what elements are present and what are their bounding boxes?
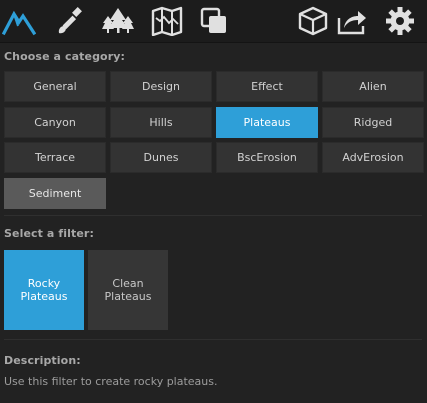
settings-gear-icon[interactable] xyxy=(383,4,417,38)
category-button-design[interactable]: Design xyxy=(110,71,212,102)
description-label: Description: xyxy=(4,354,81,367)
layers-copy-icon[interactable] xyxy=(197,4,231,38)
box-3d-icon[interactable] xyxy=(296,4,330,38)
category-button-sediment[interactable]: Sediment xyxy=(4,178,106,210)
category-button-hills[interactable]: Hills xyxy=(110,106,212,138)
paint-brush-icon[interactable] xyxy=(52,4,86,38)
forest-trees-icon[interactable] xyxy=(101,4,135,38)
main-toolbar xyxy=(0,0,427,43)
filter-button-clean-plateaus[interactable]: Clean Plateaus xyxy=(88,250,168,330)
map-icon[interactable] xyxy=(150,4,184,38)
category-button-effect[interactable]: Effect xyxy=(216,71,318,102)
filter-list: Rocky Plateaus Clean Plateaus xyxy=(4,250,168,330)
filter-label: Select a filter: xyxy=(4,227,94,240)
category-button-dunes[interactable]: Dunes xyxy=(110,142,212,174)
category-button-plateaus[interactable]: Plateaus xyxy=(216,106,318,138)
terrain-peak-icon[interactable] xyxy=(2,4,36,38)
description-text: Use this filter to create rocky plateaus… xyxy=(4,375,218,388)
export-share-icon[interactable] xyxy=(335,4,369,38)
category-button-adverosion[interactable]: AdvErosion xyxy=(322,142,424,174)
category-button-ridged[interactable]: Ridged xyxy=(322,106,424,138)
filter-button-rocky-plateaus[interactable]: Rocky Plateaus xyxy=(4,250,84,330)
category-button-alien[interactable]: Alien xyxy=(322,71,424,102)
divider xyxy=(4,339,422,340)
category-button-terrace[interactable]: Terrace xyxy=(4,142,106,174)
category-button-bscerosion[interactable]: BscErosion xyxy=(216,142,318,174)
category-grid: General Design Effect Alien Canyon Hills Plate… xyxy=(4,71,424,210)
category-button-general[interactable]: General xyxy=(4,71,106,102)
category-label: Choose a category: xyxy=(4,50,125,63)
divider xyxy=(4,215,422,216)
category-button-canyon[interactable]: Canyon xyxy=(4,106,106,138)
